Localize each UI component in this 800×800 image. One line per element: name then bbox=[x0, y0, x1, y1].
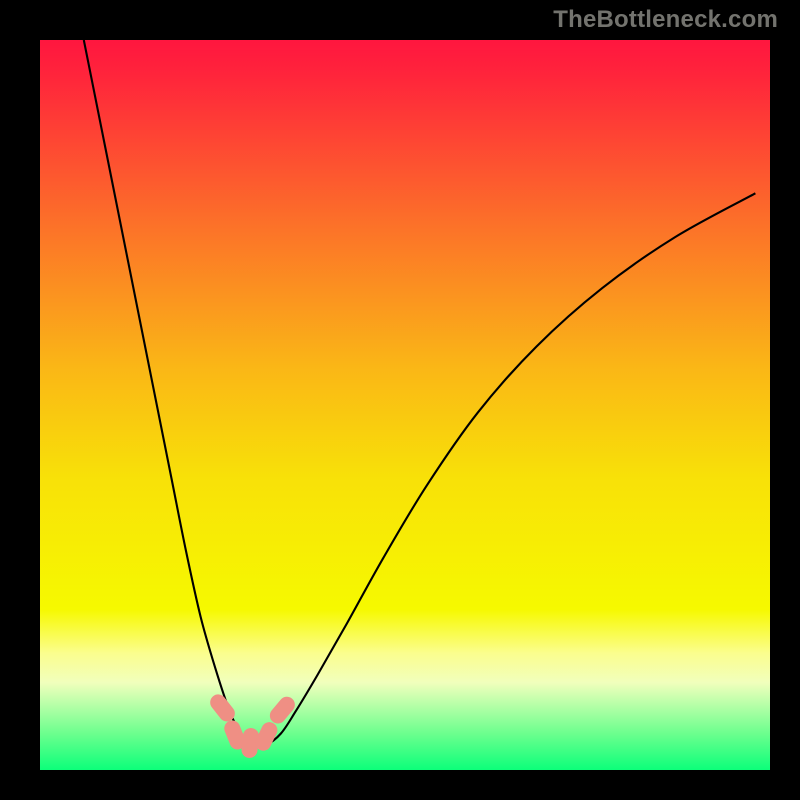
branding-label: TheBottleneck.com bbox=[553, 6, 778, 34]
chart-frame: TheBottleneck.com bbox=[0, 0, 800, 800]
plot-area bbox=[40, 40, 770, 770]
gradient-background bbox=[40, 40, 770, 770]
chart-svg bbox=[40, 40, 770, 770]
